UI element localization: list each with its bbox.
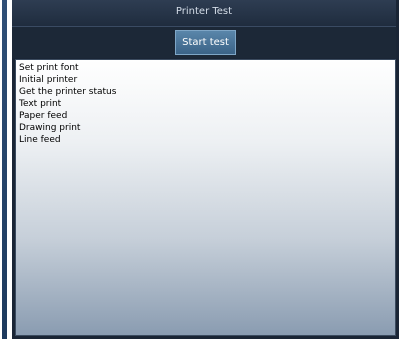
output-log-list: Set print font Initial printer Get the p… xyxy=(16,60,395,146)
start-test-button[interactable]: Start test xyxy=(175,30,236,55)
printer-test-window: Printer Test Start test Set print font I… xyxy=(12,0,399,339)
output-line: Initial printer xyxy=(19,75,78,85)
toolbar: Start test xyxy=(12,27,396,58)
output-line: Paper feed xyxy=(19,111,68,121)
background-window-strip xyxy=(2,0,7,339)
background-window-edge xyxy=(0,0,9,339)
window-title: Printer Test xyxy=(175,6,233,17)
output-line: Set print font xyxy=(19,63,79,73)
title-bar: Printer Test xyxy=(12,0,396,27)
output-line: Line feed xyxy=(19,135,61,145)
output-line: Text print xyxy=(19,99,62,109)
output-line: Get the printer status xyxy=(19,87,117,97)
output-line: Drawing print xyxy=(19,123,81,133)
output-log-panel[interactable]: Set print font Initial printer Get the p… xyxy=(15,59,396,336)
